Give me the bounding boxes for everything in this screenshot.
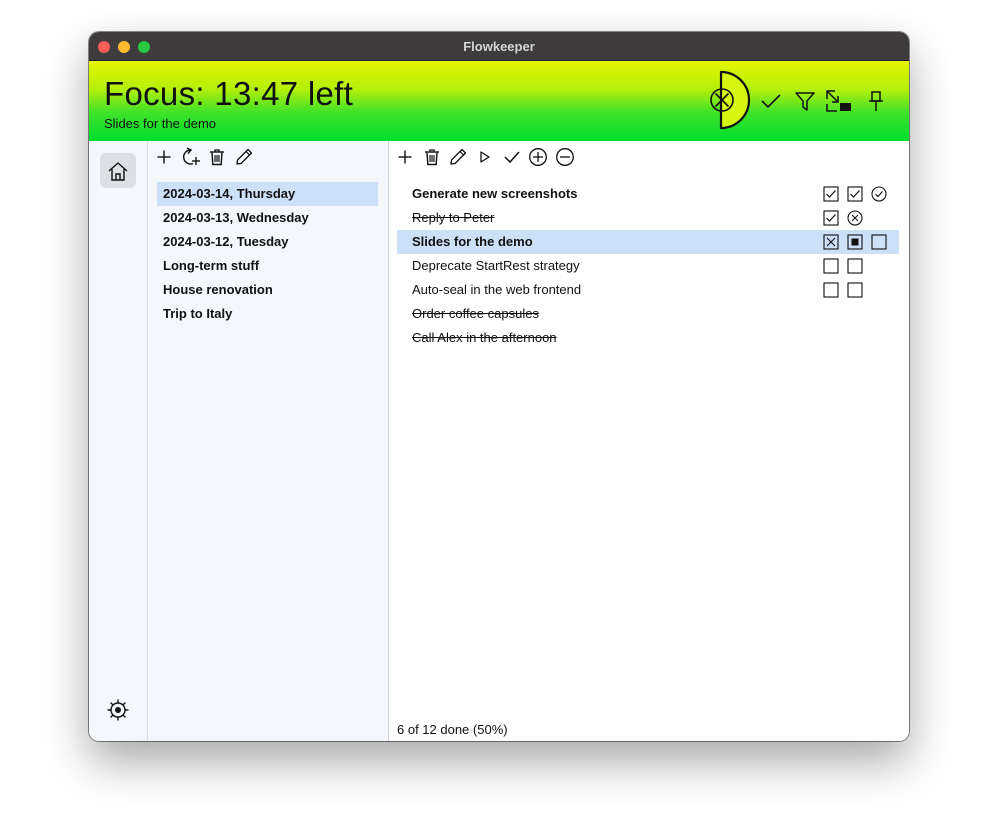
rename-backlog-button[interactable] bbox=[232, 145, 256, 169]
task-row[interactable]: Slides for the demo bbox=[397, 230, 899, 254]
add-pomodoro-button[interactable] bbox=[526, 145, 550, 169]
trash-icon bbox=[210, 149, 225, 166]
focus-subtitle: Slides for the demo bbox=[104, 116, 217, 131]
home-button[interactable] bbox=[100, 153, 136, 188]
filter-button[interactable] bbox=[792, 88, 818, 114]
focus-title: Focus: 13:47 left bbox=[104, 75, 354, 112]
task-row[interactable]: Deprecate StartRest strategy bbox=[397, 254, 899, 278]
tasks-panel: Generate new screenshots Reply to Peter Sl… bbox=[389, 141, 909, 741]
timer-dial-icon bbox=[710, 70, 751, 130]
pomodoro-voided-icon bbox=[823, 234, 839, 250]
gear-icon bbox=[107, 699, 129, 721]
backlog-item[interactable]: House renovation bbox=[157, 278, 378, 302]
task-row[interactable]: Reply to Peter bbox=[397, 206, 899, 230]
task-row[interactable]: Generate new screenshots bbox=[397, 182, 899, 206]
trash-icon bbox=[424, 149, 439, 166]
complete-task-button[interactable] bbox=[500, 145, 524, 169]
circle-minus-icon bbox=[556, 148, 575, 166]
task-row[interactable]: Call Alex in the afternoon bbox=[397, 326, 899, 350]
plus-icon bbox=[157, 150, 171, 164]
pencil-icon bbox=[450, 148, 467, 165]
pomodoro-new-icon bbox=[823, 258, 839, 274]
task-name: Reply to Peter bbox=[412, 210, 495, 225]
add-backlog-button[interactable] bbox=[152, 145, 176, 169]
task-row[interactable]: Order coffee capsules bbox=[397, 302, 899, 326]
tasks-toolbar bbox=[393, 145, 580, 169]
circle-plus-icon bbox=[529, 148, 548, 166]
pomodoro-new-icon bbox=[847, 258, 863, 274]
pomodoro-running-icon bbox=[847, 234, 863, 250]
pomodoro-new-icon bbox=[871, 234, 887, 250]
rename-task-button[interactable] bbox=[446, 145, 470, 169]
backlog-item[interactable]: Long-term stuff bbox=[157, 254, 378, 278]
play-icon bbox=[480, 151, 490, 163]
backlog-list: 2024-03-14, Thursday 2024-03-13, Wednesda… bbox=[157, 182, 378, 326]
settings-button[interactable] bbox=[105, 697, 131, 723]
task-name: Generate new screenshots bbox=[412, 186, 578, 201]
app-window: Flowkeeper Focus: 13:47 left Slides for … bbox=[89, 32, 909, 741]
backlog-item[interactable]: Trip to Italy bbox=[157, 302, 378, 326]
pomodoro-voided-extra-icon bbox=[847, 210, 863, 226]
backlog-item[interactable]: 2024-03-14, Thursday bbox=[157, 182, 378, 206]
refresh-add-icon bbox=[182, 147, 200, 165]
home-icon bbox=[108, 161, 128, 181]
backlog-item[interactable]: 2024-03-13, Wednesday bbox=[157, 206, 378, 230]
task-list: Generate new screenshots Reply to Peter Sl… bbox=[397, 182, 899, 350]
backlogs-toolbar bbox=[152, 145, 259, 169]
timer-void-button[interactable] bbox=[707, 70, 753, 130]
add-task-button[interactable] bbox=[393, 145, 417, 169]
task-name: Auto-seal in the web frontend bbox=[412, 282, 582, 297]
pomodoro-completed-icon bbox=[823, 210, 839, 226]
task-name: Call Alex in the afternoon bbox=[412, 330, 557, 345]
main-area: 2024-03-14, Thursday 2024-03-13, Wednesda… bbox=[89, 141, 909, 741]
start-pomodoro-button[interactable] bbox=[473, 145, 497, 169]
delete-backlog-button[interactable] bbox=[205, 145, 229, 169]
pomodoro-completed-extra-icon bbox=[871, 186, 887, 202]
filter-icon bbox=[795, 92, 815, 111]
progress-status: 6 of 12 done (50%) bbox=[397, 722, 508, 737]
focus-header: Focus: 13:47 left Slides for the demo bbox=[89, 61, 909, 141]
pomodoro-completed-icon bbox=[847, 186, 863, 202]
backlogs-panel: 2024-03-14, Thursday 2024-03-13, Wednesda… bbox=[148, 141, 389, 741]
pomodoro-new-icon bbox=[823, 282, 839, 298]
task-name: Deprecate StartRest strategy bbox=[412, 258, 580, 273]
complete-header-button[interactable] bbox=[758, 88, 784, 114]
task-row[interactable]: Auto-seal in the web frontend bbox=[397, 278, 899, 302]
title-bar[interactable]: Flowkeeper bbox=[89, 32, 909, 61]
swap-icon bbox=[826, 90, 851, 112]
remove-pomodoro-button[interactable] bbox=[553, 145, 577, 169]
check-icon bbox=[504, 151, 520, 164]
task-name: Slides for the demo bbox=[412, 234, 533, 249]
pomodoro-completed-icon bbox=[823, 186, 839, 202]
delete-task-button[interactable] bbox=[420, 145, 444, 169]
pin-icon bbox=[869, 91, 883, 111]
pin-button[interactable] bbox=[863, 88, 889, 114]
plus-icon bbox=[398, 150, 412, 164]
task-name: Order coffee capsules bbox=[412, 306, 539, 321]
window-title: Flowkeeper bbox=[463, 39, 535, 54]
backlog-item[interactable]: 2024-03-12, Tuesday bbox=[157, 230, 378, 254]
add-backlog-from-incomplete-button[interactable] bbox=[179, 145, 203, 169]
swap-layout-button[interactable] bbox=[826, 88, 852, 114]
check-icon bbox=[761, 94, 781, 109]
side-toolbar bbox=[89, 141, 148, 741]
pomodoro-new-icon bbox=[847, 282, 863, 298]
pencil-icon bbox=[236, 148, 253, 165]
